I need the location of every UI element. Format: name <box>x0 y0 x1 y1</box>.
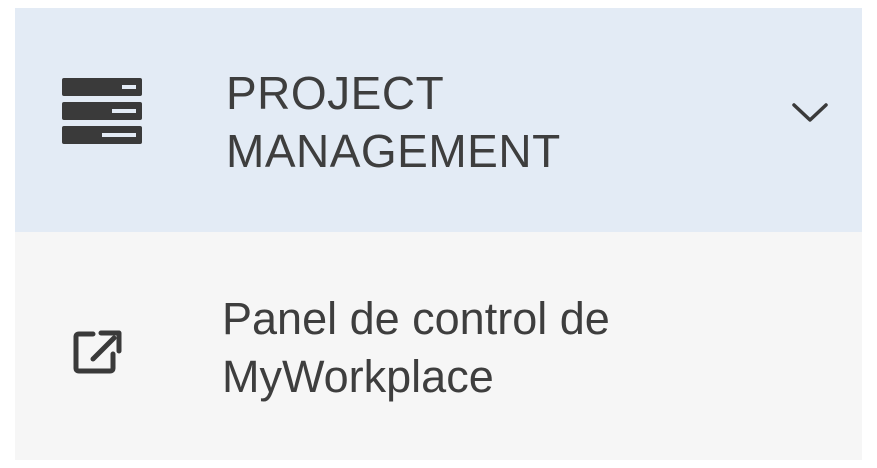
menu-item-label: Panel de control de MyWorkplace <box>222 293 610 402</box>
external-link-icon <box>71 324 123 376</box>
navigation-menu: PROJECT MANAGEMENT Panel de control de M… <box>15 8 862 460</box>
chevron-down-icon[interactable] <box>791 101 829 125</box>
section-title: PROJECT MANAGEMENT <box>226 67 561 177</box>
menu-item-myworkplace-dashboard[interactable]: Panel de control de MyWorkplace <box>15 232 862 460</box>
project-management-section-header[interactable]: PROJECT MANAGEMENT <box>15 8 862 232</box>
server-stack-icon <box>62 78 142 144</box>
